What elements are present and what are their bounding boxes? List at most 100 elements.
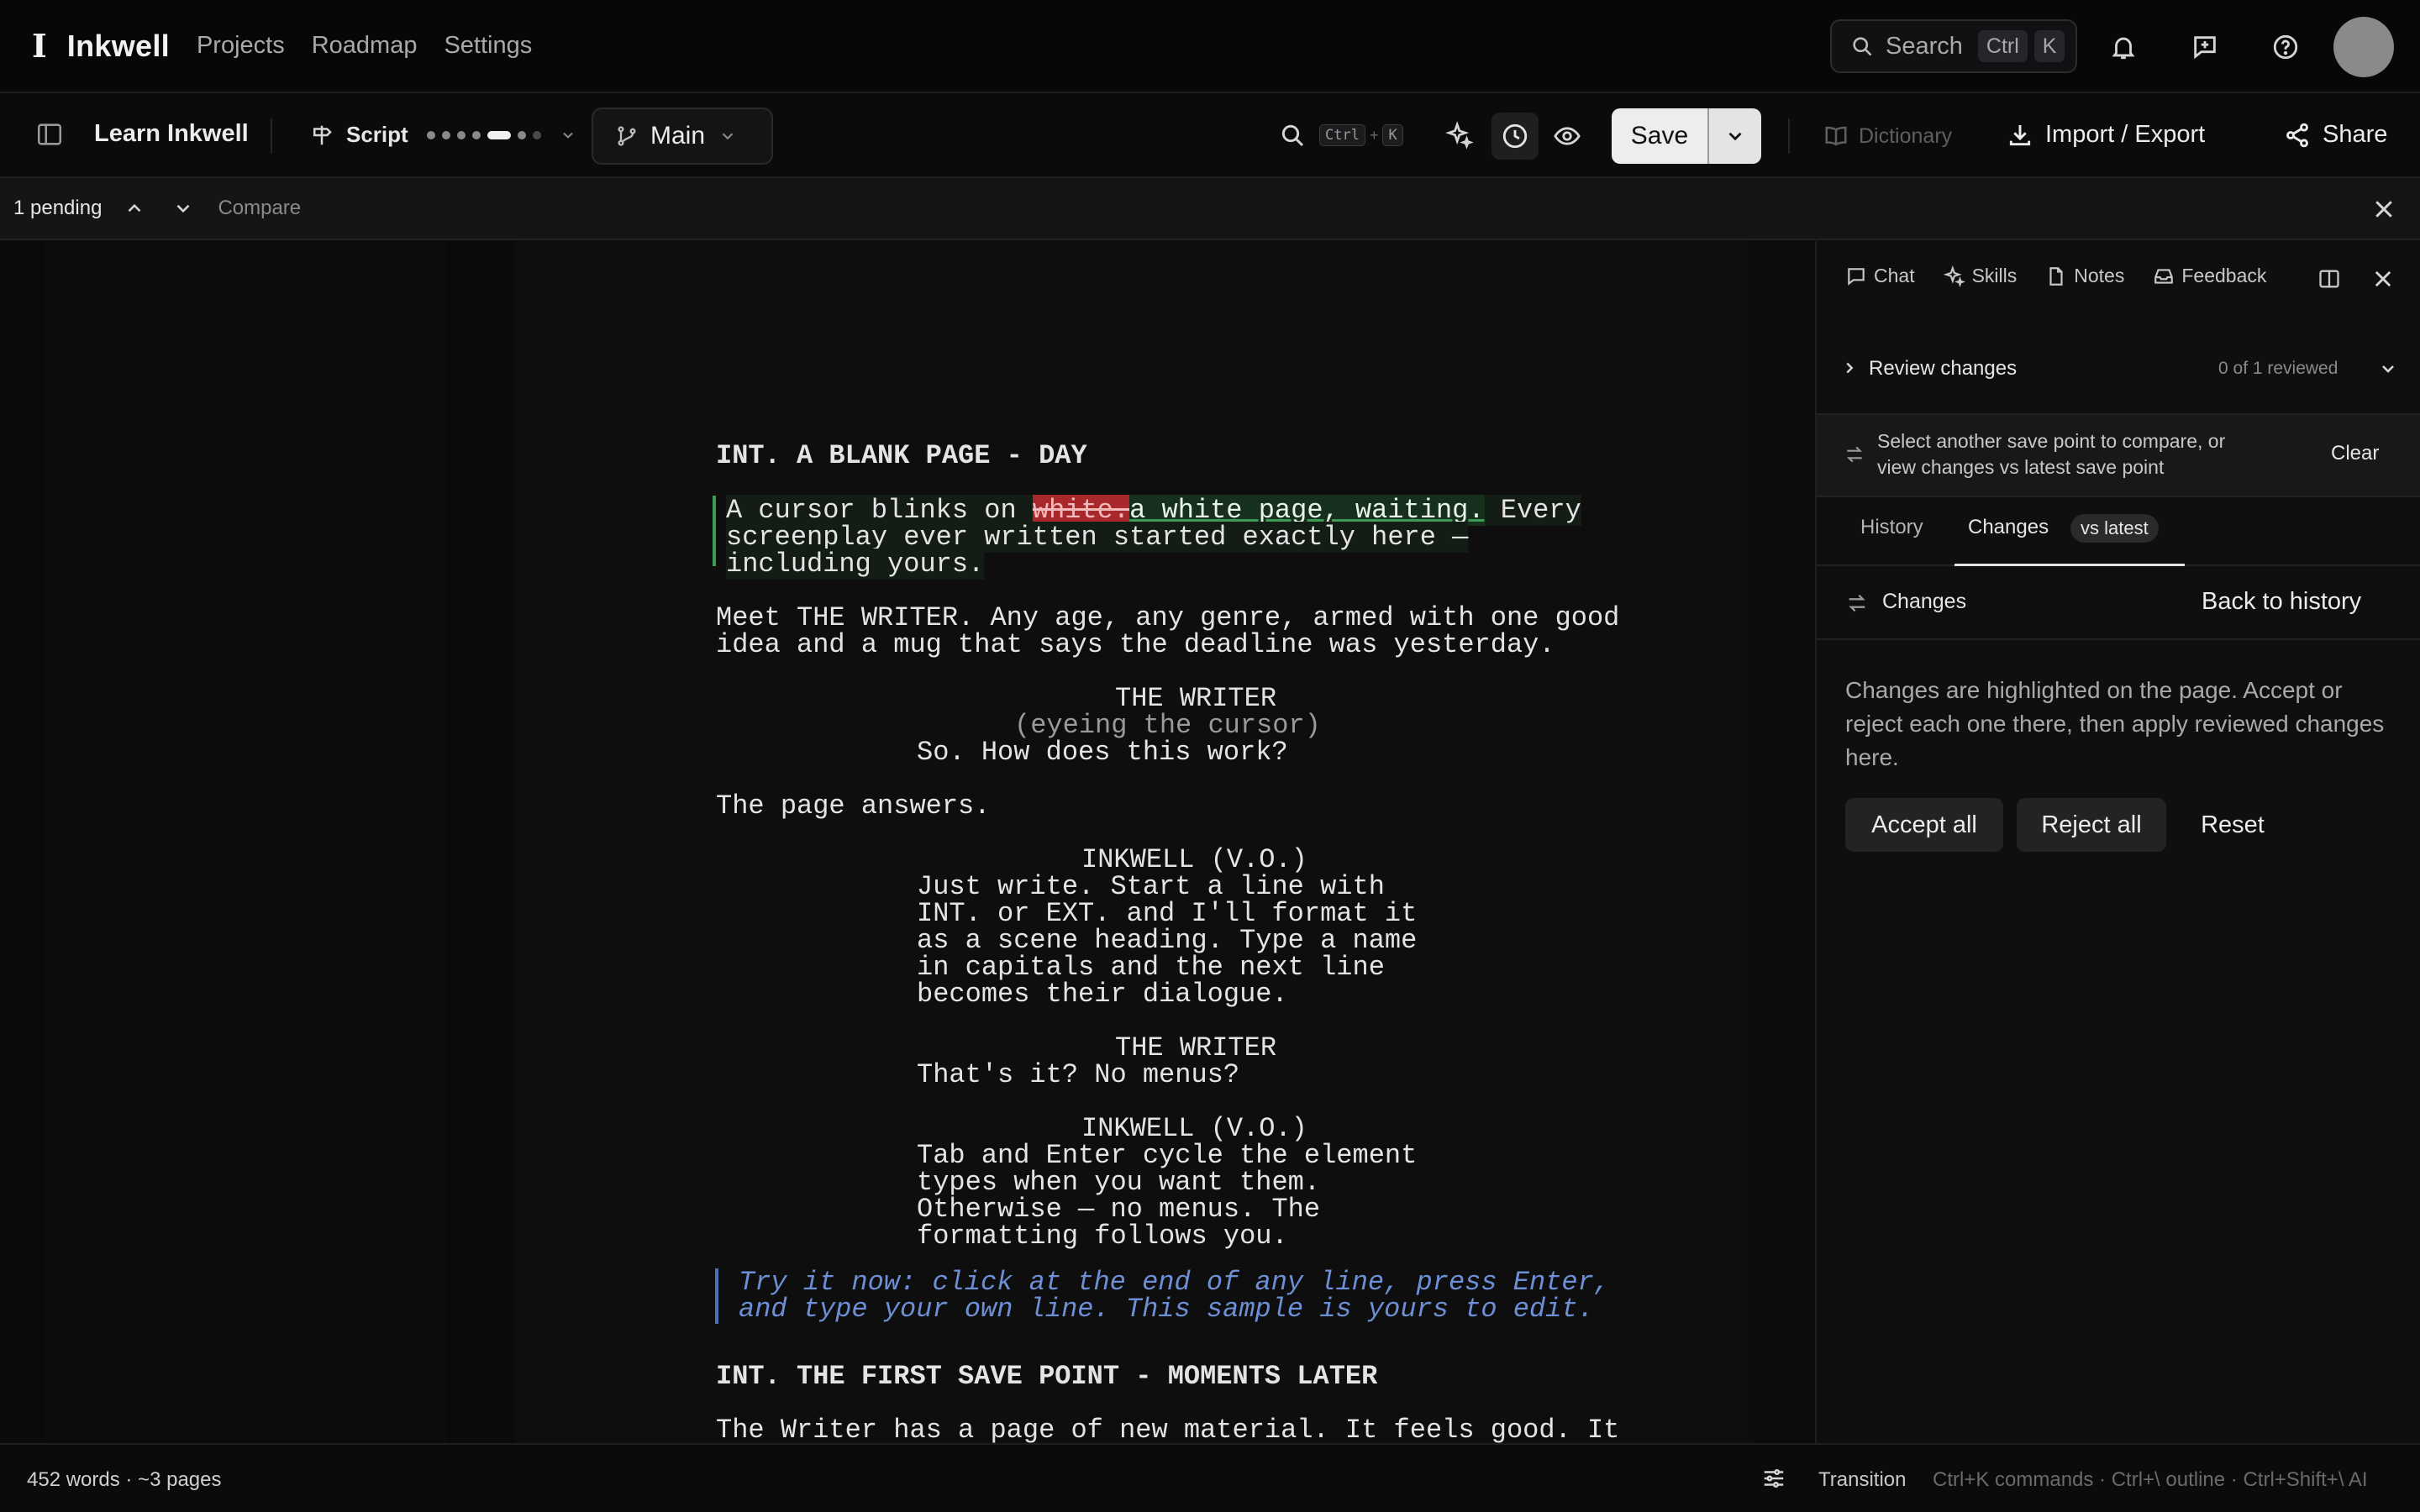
review-count: 0 of 1 reviewed bbox=[2218, 359, 2338, 378]
keyboard-hints: Ctrl+K commands · Ctrl+\ outline · Ctrl+… bbox=[1933, 1468, 2368, 1491]
close-panel-button[interactable] bbox=[2371, 267, 2395, 291]
review-changes-row[interactable]: Review changes 0 of 1 reviewed bbox=[1817, 342, 2420, 396]
dialogue-line[interactable]: Otherwise — no menus. The bbox=[917, 1196, 1320, 1223]
chevron-down-icon bbox=[2382, 365, 2394, 373]
next-change-button[interactable] bbox=[172, 197, 194, 219]
inbox-icon bbox=[2154, 268, 2174, 284]
find-shortcut-ctrl: Ctrl bbox=[1319, 124, 1365, 146]
reset-button[interactable]: Reset bbox=[2180, 798, 2286, 852]
dialogue-line[interactable]: Tab and Enter cycle the element bbox=[917, 1142, 1417, 1169]
share-label: Share bbox=[2323, 121, 2388, 148]
chevron-down-icon bbox=[1728, 132, 1742, 141]
back-to-history-button[interactable]: Back to history bbox=[2202, 588, 2361, 616]
history-changes-tabs: History Changes vs latest bbox=[1817, 497, 2420, 566]
panel-expand-button[interactable] bbox=[2317, 267, 2341, 291]
changes-title: Changes bbox=[1882, 590, 1967, 613]
sparkles-icon bbox=[1943, 265, 1965, 287]
tab-skills[interactable]: Skills bbox=[1943, 265, 2017, 287]
dialogue-line[interactable]: INT. or EXT. and I'll format it bbox=[917, 900, 1417, 927]
nav-settings[interactable]: Settings bbox=[444, 32, 532, 60]
close-pending-button[interactable] bbox=[2371, 197, 2396, 222]
top-bar: I Inkwell Projects Roadmap Settings Sear… bbox=[0, 0, 2420, 93]
help-button[interactable] bbox=[2269, 30, 2302, 64]
sidebar-toggle-button[interactable] bbox=[35, 120, 64, 149]
sliders-icon bbox=[1764, 1468, 1784, 1488]
character-cue[interactable]: INKWELL (V.O.) bbox=[1081, 847, 1307, 874]
dialogue-line[interactable]: formatting follows you. bbox=[917, 1223, 1288, 1250]
dialogue-line[interactable]: So. How does this work? bbox=[917, 739, 1288, 766]
action-line[interactable]: idea and a mug that says the deadline wa… bbox=[716, 632, 1555, 659]
dialogue-line[interactable]: in capitals and the next line bbox=[917, 954, 1385, 981]
find-button[interactable]: Ctrl + K bbox=[1279, 122, 1403, 149]
clear-button[interactable]: Clear bbox=[2331, 442, 2379, 465]
import-export-label: Import / Export bbox=[2045, 121, 2206, 148]
book-icon bbox=[1825, 126, 1847, 146]
user-avatar[interactable] bbox=[2333, 17, 2394, 77]
nav-roadmap[interactable]: Roadmap bbox=[312, 32, 418, 60]
brand-name: Inkwell bbox=[66, 28, 170, 63]
tab-notes[interactable]: Notes bbox=[2045, 265, 2124, 287]
changes-header: Changes Back to history bbox=[1817, 566, 2420, 640]
draft-progress-dots bbox=[426, 130, 548, 139]
dictionary-button[interactable]: Dictionary bbox=[1823, 123, 1952, 149]
hint-note-line[interactable]: and type your own line. This sample is y… bbox=[739, 1296, 1594, 1323]
script-mode-label: Script bbox=[346, 122, 408, 147]
dialogue-line[interactable]: as a scene heading. Type a name bbox=[917, 927, 1417, 954]
action-line[interactable]: screenplay ever written started exactly … bbox=[726, 522, 1469, 553]
page-margin bbox=[1749, 241, 1815, 1443]
dialogue-line[interactable]: That's it? No menus? bbox=[917, 1062, 1239, 1089]
action-line[interactable]: Meet THE WRITER. Any age, any genre, arm… bbox=[716, 605, 1619, 632]
accept-all-button[interactable]: Accept all bbox=[1845, 798, 2003, 852]
document-title[interactable]: Learn Inkwell bbox=[94, 120, 249, 148]
branch-selector[interactable]: Main bbox=[592, 108, 773, 165]
notifications-button[interactable] bbox=[2107, 30, 2140, 64]
scene-heading[interactable]: INT. THE FIRST SAVE POINT - MOMENTS LATE… bbox=[716, 1363, 1377, 1390]
action-line[interactable]: The Writer has a page of new material. I… bbox=[716, 1417, 1619, 1444]
parenthetical[interactable]: (eyeing the cursor) bbox=[1014, 712, 1321, 739]
import-export-button[interactable]: Import / Export bbox=[2007, 121, 2205, 149]
review-changes-title: Review changes bbox=[1869, 357, 2018, 380]
current-element-type[interactable]: Transition bbox=[1818, 1468, 1906, 1492]
dialogue-line[interactable]: becomes their dialogue. bbox=[917, 981, 1288, 1008]
action-line[interactable]: including yours. bbox=[726, 549, 985, 580]
action-line[interactable]: The page answers. bbox=[716, 793, 990, 820]
reject-all-button[interactable]: Reject all bbox=[2017, 798, 2166, 852]
brand[interactable]: I Inkwell bbox=[32, 27, 170, 65]
note-icon bbox=[2049, 266, 2063, 286]
share-button[interactable]: Share bbox=[2284, 121, 2387, 149]
search-label: Search bbox=[1886, 32, 1963, 60]
compare-link[interactable]: Compare bbox=[218, 197, 301, 220]
preview-button[interactable] bbox=[1553, 122, 1581, 150]
save-options-button[interactable] bbox=[1707, 108, 1761, 164]
ai-assist-button[interactable] bbox=[1445, 121, 1474, 150]
app-root: I Inkwell Projects Roadmap Settings Sear… bbox=[0, 0, 2420, 1512]
action-line-changed[interactable]: A cursor blinks on white.a white page, w… bbox=[726, 495, 1581, 526]
tab-chat[interactable]: Chat bbox=[1845, 265, 1915, 287]
tab-history[interactable]: History bbox=[1860, 516, 1923, 539]
script-mode-selector[interactable]: Script bbox=[309, 122, 576, 148]
script-editor[interactable]: INT. A BLANK PAGE - DAY A cursor blinks … bbox=[0, 241, 1815, 1443]
dialogue-line[interactable]: Just write. Start a line with bbox=[917, 874, 1385, 900]
previous-change-button[interactable] bbox=[124, 197, 145, 219]
format-settings-button[interactable] bbox=[1761, 1466, 1786, 1491]
messages-button[interactable] bbox=[2188, 30, 2222, 64]
close-icon bbox=[2375, 270, 2391, 287]
tab-changes[interactable]: Changes bbox=[1968, 516, 2049, 539]
book-open-icon bbox=[2319, 270, 2339, 288]
toolbar-divider bbox=[271, 118, 272, 154]
nav-projects[interactable]: Projects bbox=[197, 32, 285, 60]
hint-note-line[interactable]: Try it now: click at the end of any line… bbox=[739, 1269, 1610, 1296]
character-cue[interactable]: THE WRITER bbox=[1115, 685, 1276, 712]
character-cue[interactable]: THE WRITER bbox=[1115, 1035, 1276, 1062]
scene-heading[interactable]: INT. A BLANK PAGE - DAY bbox=[716, 443, 1087, 470]
search-shortcut-ctrl: Ctrl bbox=[1977, 30, 2028, 62]
vs-latest-chip: vs latest bbox=[2070, 514, 2159, 543]
dialogue-line[interactable]: types when you want them. bbox=[917, 1169, 1320, 1196]
history-button[interactable] bbox=[1491, 113, 1539, 160]
tab-feedback[interactable]: Feedback bbox=[2153, 265, 2266, 287]
top-nav: Projects Roadmap Settings bbox=[197, 32, 559, 60]
save-button[interactable]: Save bbox=[1612, 108, 1707, 164]
global-search[interactable]: Search Ctrl K bbox=[1830, 19, 2077, 73]
character-cue[interactable]: INKWELL (V.O.) bbox=[1081, 1116, 1307, 1142]
page-margin bbox=[44, 241, 447, 1443]
